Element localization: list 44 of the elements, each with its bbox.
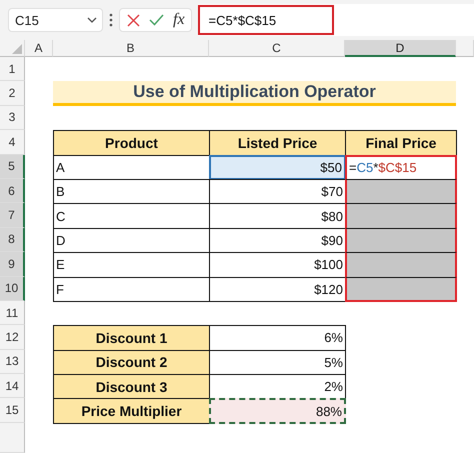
- column-heading: Product: [53, 130, 210, 156]
- table-cell: F: [53, 276, 210, 302]
- table-cell: $50: [209, 154, 346, 180]
- formula-field[interactable]: =C5*$C$15: [198, 5, 334, 35]
- column-heading: Final Price: [345, 130, 457, 156]
- row-header[interactable]: 5: [0, 154, 25, 179]
- table-cell[interactable]: [345, 178, 457, 204]
- row-header[interactable]: 6: [0, 178, 25, 204]
- table-cell[interactable]: [345, 228, 457, 254]
- chevron-down-icon[interactable]: [87, 17, 97, 23]
- row-label: Discount 1: [53, 325, 210, 351]
- table-cell[interactable]: [345, 203, 457, 229]
- column-header[interactable]: C: [209, 40, 345, 57]
- row-label: Discount 3: [53, 374, 210, 400]
- row-label: Price Multiplier: [53, 398, 210, 424]
- column-header[interactable]: D: [345, 40, 456, 57]
- table-cell[interactable]: [345, 276, 457, 302]
- row-header[interactable]: 7: [0, 203, 25, 228]
- row-header[interactable]: 2: [0, 81, 25, 106]
- name-box[interactable]: C15: [8, 8, 103, 32]
- cancel-icon[interactable]: [127, 14, 140, 26]
- column-heading: Listed Price: [209, 130, 346, 156]
- row-header[interactable]: 13: [0, 350, 25, 374]
- table-cell: 88%: [209, 398, 346, 424]
- row-header[interactable]: 15: [0, 398, 25, 423]
- insert-function-button[interactable]: fx: [173, 12, 185, 28]
- row-label: Discount 2: [53, 350, 210, 376]
- row-header[interactable]: 11: [0, 300, 25, 326]
- row-header[interactable]: 3: [0, 106, 25, 130]
- row-header[interactable]: 14: [0, 374, 25, 398]
- table-cell: 6%: [209, 325, 346, 351]
- row-header[interactable]: 10: [0, 276, 25, 301]
- sheet-title: Use of Multiplication Operator: [53, 81, 456, 106]
- checkmark-icon[interactable]: [149, 14, 164, 26]
- row-header[interactable]: 9: [0, 252, 25, 277]
- row-header[interactable]: 8: [0, 228, 25, 252]
- row-header[interactable]: 12: [0, 325, 25, 350]
- row-header[interactable]: 4: [0, 130, 25, 155]
- table-cell[interactable]: [345, 252, 457, 278]
- more-options-icon[interactable]: [109, 13, 113, 27]
- column-header[interactable]: A: [25, 40, 53, 57]
- cell-reference: C15: [15, 12, 39, 28]
- column-header[interactable]: B: [53, 40, 209, 57]
- row-header[interactable]: 1: [0, 57, 25, 82]
